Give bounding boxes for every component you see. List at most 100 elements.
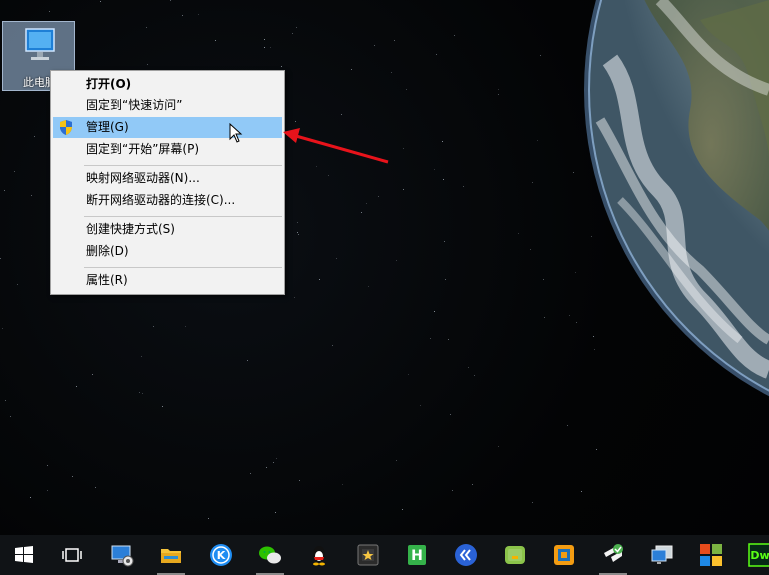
star (141, 356, 142, 357)
star (532, 502, 533, 503)
menu-item-label: 固定到“开始”屏幕(P) (86, 142, 200, 156)
menu-item-open[interactable]: 打开(O) (53, 74, 282, 95)
menu-separator (84, 165, 282, 166)
start-icon (15, 546, 33, 563)
taskbar-android-emulator[interactable] (495, 535, 535, 575)
star (276, 458, 277, 459)
star (182, 15, 183, 16)
taskbar-qq[interactable] (299, 535, 339, 575)
star (34, 136, 35, 137)
taskbar-control-panel[interactable] (102, 535, 142, 575)
star (450, 414, 451, 415)
dreamweaver-icon-text: Dw (750, 549, 769, 562)
star (593, 336, 594, 337)
taskbar-dreamweaver[interactable]: Dw (740, 535, 769, 575)
taskbar-browser[interactable] (446, 535, 486, 575)
taskbar-remote-desktop[interactable] (642, 535, 682, 575)
star (573, 172, 574, 173)
star (434, 169, 435, 170)
star (147, 64, 148, 65)
menu-item-create-shortcut[interactable]: 创建快捷方式(S) (53, 219, 282, 240)
menu-item-manage[interactable]: 管理(G) (53, 117, 282, 138)
menu-item-properties[interactable]: 属性(R) (53, 270, 282, 291)
star (391, 72, 392, 73)
star (537, 140, 538, 141)
menu-item-delete[interactable]: 删除(D) (53, 241, 282, 262)
star (49, 11, 50, 12)
taskbar-app-launcher[interactable] (348, 535, 388, 575)
menu-item-map-network-drive[interactable]: 映射网络驱动器(N)... (53, 168, 282, 189)
star (452, 490, 453, 491)
star (396, 260, 397, 261)
menu-item-label: 创建快捷方式(S) (86, 222, 175, 236)
star (153, 326, 154, 327)
taskbar-sublime[interactable] (593, 535, 633, 575)
star (463, 186, 464, 187)
star (518, 233, 519, 234)
star (532, 182, 533, 183)
menu-item-label: 映射网络驱动器(N)... (86, 171, 200, 185)
star (430, 338, 431, 339)
star (443, 179, 444, 180)
star (250, 473, 251, 474)
taskbar-virtual-machine[interactable] (544, 535, 584, 575)
taskbar-hbuilder[interactable]: H (397, 535, 437, 575)
star (14, 171, 15, 172)
menu-item-label: 断开网络驱动器的连接(C)... (86, 193, 236, 207)
star (299, 480, 300, 481)
star (567, 425, 568, 426)
dreamweaver-icon: Dw (748, 543, 769, 567)
star (403, 189, 404, 190)
star (594, 349, 595, 350)
taskbar-kugou[interactable]: K (201, 535, 241, 575)
menu-separator (84, 267, 282, 268)
star (295, 121, 296, 122)
star (297, 232, 298, 233)
sublime-icon (604, 544, 623, 562)
star (297, 222, 298, 223)
star (319, 279, 320, 280)
mouse-cursor-icon (229, 123, 243, 143)
star (294, 297, 295, 298)
star (374, 45, 375, 46)
star (408, 374, 409, 375)
taskbar-file-explorer[interactable] (151, 535, 191, 575)
star (162, 406, 163, 407)
star (366, 203, 367, 204)
star (281, 66, 282, 67)
app-launcher-icon (357, 544, 379, 566)
taskbar-office[interactable] (691, 535, 731, 575)
menu-item-pin-quick-access[interactable]: 固定到“快速访问” (53, 95, 282, 116)
star (4, 190, 5, 191)
star (445, 279, 446, 280)
star (208, 518, 209, 519)
star (351, 69, 352, 70)
menu-item-disconnect-network-drive[interactable]: 断开网络驱动器的连接(C)... (53, 190, 282, 211)
menu-item-label: 管理(G) (86, 120, 129, 134)
qq-icon (313, 546, 325, 566)
task-view-button[interactable] (52, 535, 92, 575)
taskbar-wechat[interactable] (250, 535, 290, 575)
star (185, 326, 186, 327)
wechat-icon (259, 546, 281, 564)
star (266, 467, 267, 468)
star (402, 509, 403, 510)
star (10, 416, 11, 417)
menu-item-label: 打开(O) (86, 77, 132, 91)
star (5, 400, 6, 401)
menu-item-label: 固定到“快速访问” (86, 98, 183, 112)
svg-text:K: K (217, 549, 226, 562)
star (540, 55, 541, 56)
kugou-music-icon: K (210, 544, 232, 566)
star (530, 249, 531, 250)
menu-separator (84, 216, 282, 217)
star (215, 40, 216, 41)
start-button[interactable] (4, 535, 44, 575)
star (406, 89, 407, 90)
star (569, 315, 570, 316)
star (468, 367, 469, 368)
star (575, 272, 576, 273)
star (342, 484, 343, 485)
menu-item-pin-start[interactable]: 固定到“开始”屏幕(P) (53, 139, 282, 160)
desktop: 此电脑 打开(O) 固定到“快速访问” 管理(G) 固定到“开始”屏幕(P) 映… (0, 0, 769, 575)
